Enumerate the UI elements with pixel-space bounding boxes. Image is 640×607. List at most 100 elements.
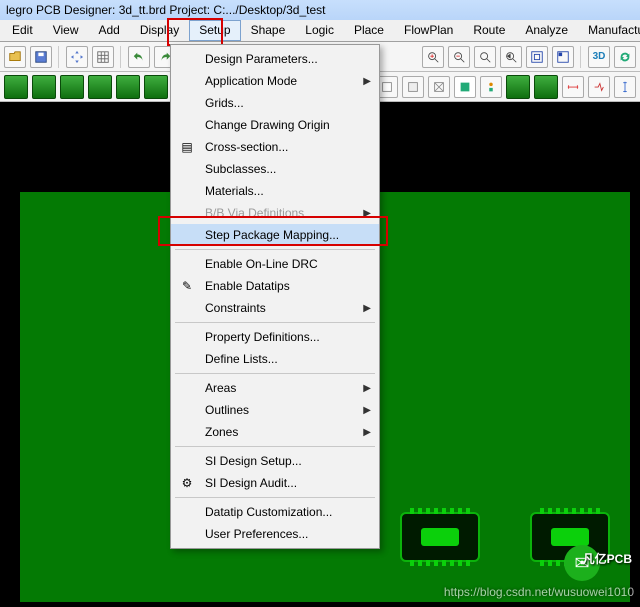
menuitem-enable-datatips[interactable]: ✎Enable Datatips [171, 275, 379, 297]
shape-btn-3[interactable] [428, 76, 450, 98]
menu-separator [175, 322, 375, 323]
menuitem-label: SI Design Setup... [205, 454, 302, 468]
menuitem-subclasses[interactable]: Subclasses... [171, 158, 379, 180]
menuitem-label: Datatip Customization... [205, 505, 332, 519]
menuitem-zones[interactable]: Zones ▶ [171, 421, 379, 443]
brand-watermark: 凡亿PCB [583, 550, 632, 567]
menuitem-label: Application Mode [205, 74, 297, 88]
menuitem-b-b-via-definitions: B/B Via Definitions ▶ [171, 202, 379, 224]
submenu-arrow-icon: ▶ [363, 383, 371, 394]
window-title: legro PCB Designer: 3d_tt.brd Project: C… [0, 0, 640, 20]
menu-separator [175, 373, 375, 374]
zoom-in-icon[interactable] [422, 46, 444, 68]
layer-btn-8[interactable] [506, 75, 530, 99]
move-icon[interactable] [66, 46, 88, 68]
audit-icon: ⚙ [179, 475, 195, 491]
menuitem-cross-section[interactable]: ▤ Cross-section... [171, 136, 379, 158]
undo-icon[interactable] [128, 46, 150, 68]
menuitem-label: B/B Via Definitions [205, 206, 304, 220]
separator [120, 46, 122, 68]
menu-separator [175, 497, 375, 498]
menuitem-label: User Preferences... [205, 527, 308, 541]
shape-btn-2[interactable] [402, 76, 424, 98]
menuitem-si-design-audit[interactable]: ⚙ SI Design Audit... [171, 472, 379, 494]
zoom-out-icon[interactable] [448, 46, 470, 68]
menuitem-label: Constraints [205, 301, 266, 315]
menuitem-change-drawing-origin[interactable]: Change Drawing Origin [171, 114, 379, 136]
menu-setup[interactable]: Setup [189, 20, 240, 41]
snap-icon[interactable] [588, 76, 610, 98]
menu-add[interactable]: Add [88, 20, 129, 41]
menuitem-user-preferences[interactable]: User Preferences... [171, 523, 379, 545]
menuitem-define-lists[interactable]: Define Lists... [171, 348, 379, 370]
submenu-arrow-icon: ▶ [363, 405, 371, 416]
menuitem-si-design-setup[interactable]: SI Design Setup... [171, 450, 379, 472]
menuitem-grids[interactable]: Grids... [171, 92, 379, 114]
shape-btn-4[interactable] [454, 76, 476, 98]
shape-btn-5[interactable] [480, 76, 502, 98]
layer-btn-5[interactable] [116, 75, 140, 99]
menu-logic[interactable]: Logic [295, 20, 344, 41]
menu-place[interactable]: Place [344, 20, 394, 41]
menu-analyze[interactable]: Analyze [515, 20, 578, 41]
menuitem-label: Materials... [205, 184, 264, 198]
menuitem-design-parameters[interactable]: Design Parameters... [171, 48, 379, 70]
menuitem-enable-on-line-drc[interactable]: Enable On-Line DRC [171, 253, 379, 275]
separator [580, 46, 582, 68]
submenu-arrow-icon: ▶ [363, 76, 371, 87]
menu-edit[interactable]: Edit [2, 20, 43, 41]
menu-separator [175, 249, 375, 250]
save-icon[interactable] [30, 46, 52, 68]
setup-dropdown-menu: Design Parameters... Application Mode ▶ Gri… [170, 44, 380, 549]
menuitem-label: Enable On-Line DRC [205, 257, 318, 271]
menuitem-label: Zones [205, 425, 238, 439]
menuitem-materials[interactable]: Materials... [171, 180, 379, 202]
menuitem-label: Outlines [205, 403, 249, 417]
menuitem-outlines[interactable]: Outlines ▶ [171, 399, 379, 421]
zoom-world-icon[interactable] [552, 46, 574, 68]
refresh-icon[interactable] [614, 46, 636, 68]
menu-view[interactable]: View [43, 20, 89, 41]
menu-manufacture[interactable]: Manufacture [578, 20, 640, 41]
open-icon[interactable] [4, 46, 26, 68]
submenu-arrow-icon: ▶ [363, 427, 371, 438]
zoom-fit-icon[interactable] [474, 46, 496, 68]
menuitem-areas[interactable]: Areas ▶ [171, 377, 379, 399]
menuitem-label: Grids... [205, 96, 244, 110]
menuitem-step-package-mapping[interactable]: Step Package Mapping... [171, 224, 379, 246]
menubar: EditViewAddDisplaySetupShapeLogicPlaceFl… [0, 20, 640, 42]
menuitem-label: Cross-section... [205, 140, 288, 154]
menuitem-label: Areas [205, 381, 236, 395]
layer-btn-1[interactable] [4, 75, 28, 99]
zoom-window-icon[interactable] [526, 46, 548, 68]
layer-btn-4[interactable] [88, 75, 112, 99]
submenu-arrow-icon: ▶ [363, 303, 371, 314]
grid-icon[interactable] [92, 46, 114, 68]
dim-v-icon[interactable] [614, 76, 636, 98]
menuitem-label: Enable Datatips [205, 279, 290, 293]
layer-btn-3[interactable] [60, 75, 84, 99]
menu-display[interactable]: Display [130, 20, 189, 41]
layer-btn-6[interactable] [144, 75, 168, 99]
menu-route[interactable]: Route [463, 20, 515, 41]
view-3d-icon[interactable]: 3D [588, 46, 610, 68]
menu-shape[interactable]: Shape [241, 20, 296, 41]
submenu-arrow-icon: ▶ [363, 208, 371, 219]
menuitem-label: Step Package Mapping... [205, 228, 339, 242]
layer-btn-2[interactable] [32, 75, 56, 99]
menu-flowplan[interactable]: FlowPlan [394, 20, 463, 41]
menuitem-datatip-customization[interactable]: Datatip Customization... [171, 501, 379, 523]
component-chip [400, 512, 480, 562]
zoom-prev-icon[interactable] [500, 46, 522, 68]
dim-h-icon[interactable] [562, 76, 584, 98]
menuitem-application-mode[interactable]: Application Mode ▶ [171, 70, 379, 92]
menuitem-property-definitions[interactable]: Property Definitions... [171, 326, 379, 348]
menuitem-label: SI Design Audit... [205, 476, 297, 490]
menuitem-label: Design Parameters... [205, 52, 318, 66]
menuitem-label: Property Definitions... [205, 330, 320, 344]
layers-icon: ▤ [179, 139, 195, 155]
menuitem-label: Subclasses... [205, 162, 276, 176]
separator [58, 46, 60, 68]
layer-btn-9[interactable] [534, 75, 558, 99]
menuitem-constraints[interactable]: Constraints ▶ [171, 297, 379, 319]
